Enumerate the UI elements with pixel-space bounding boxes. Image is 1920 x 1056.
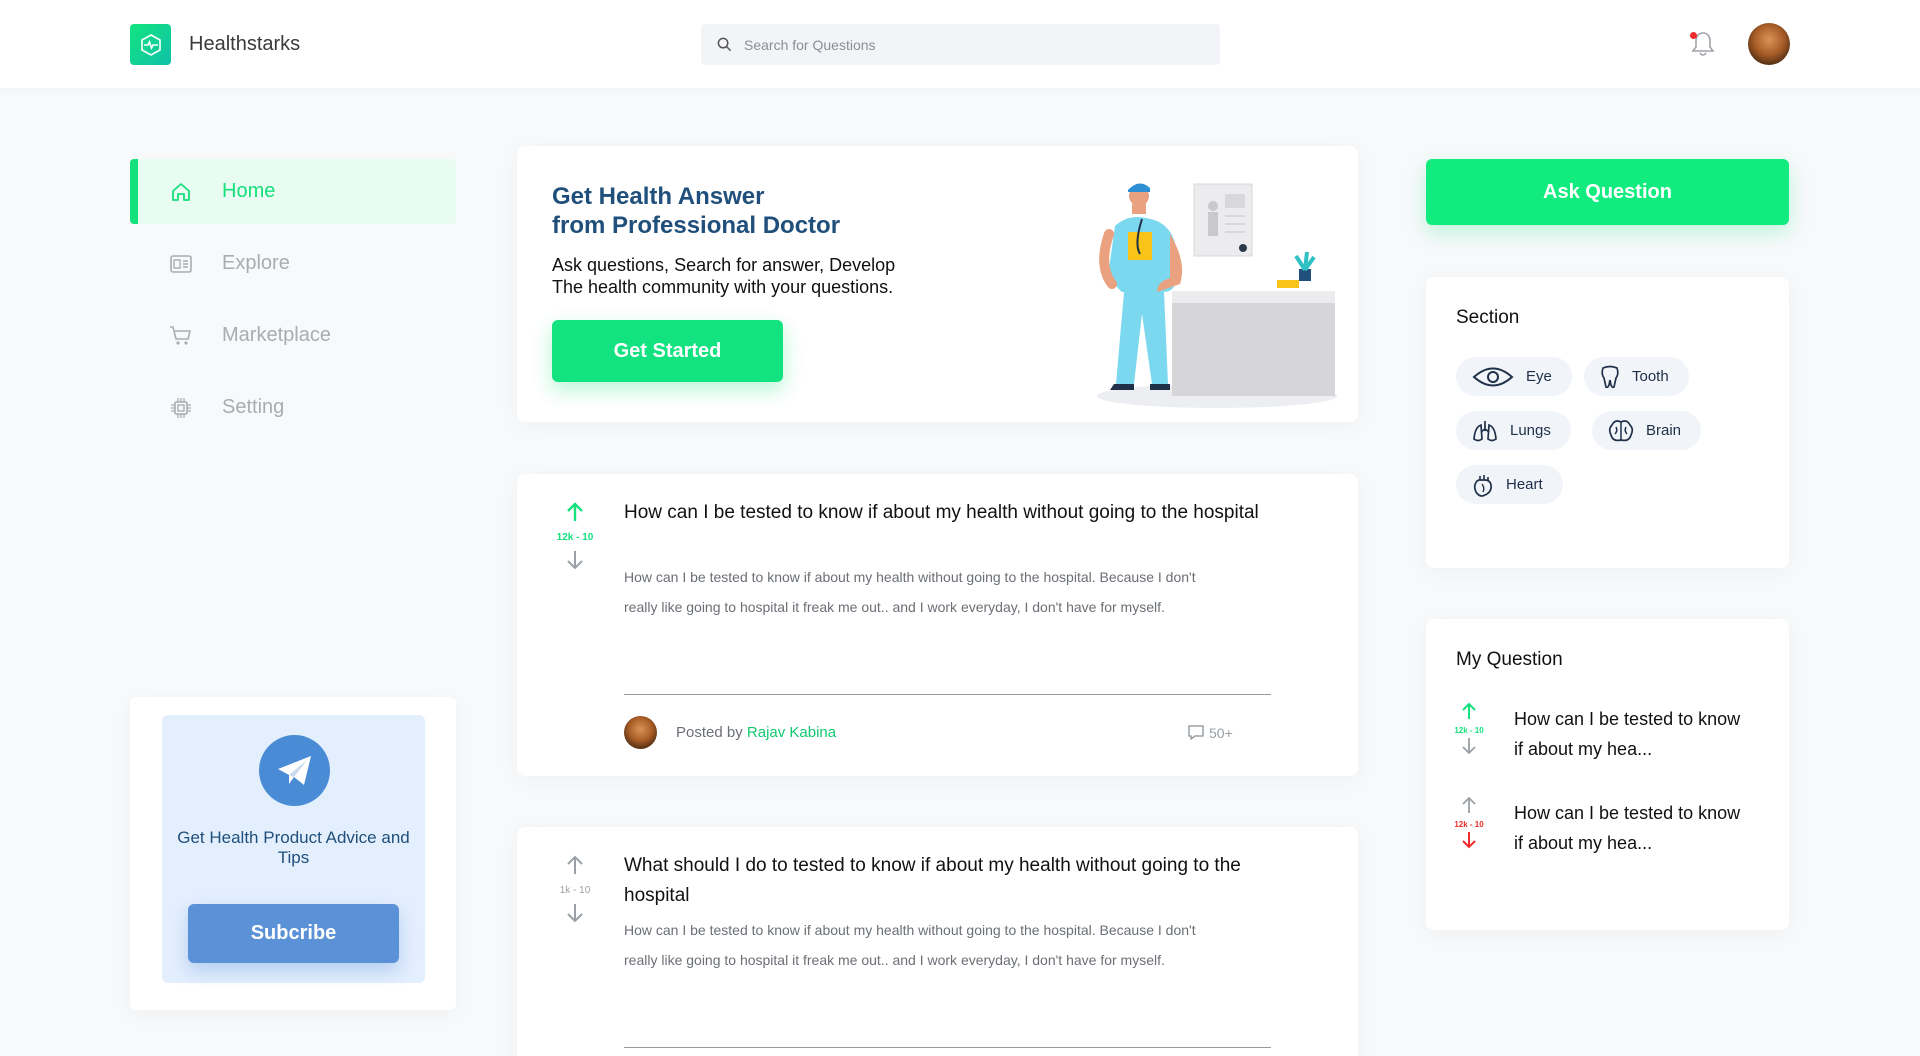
author-avatar[interactable] [624,716,657,749]
vote-count: 12k - 10 [1454,820,1484,829]
posted-by-label: Posted by [676,724,743,741]
comment-count[interactable]: 50+ [1187,724,1233,741]
divider [624,1047,1271,1048]
sidebar-item-label: Marketplace [222,324,331,346]
tooth-icon [1601,365,1619,388]
search-input[interactable] [744,36,1184,53]
vote-control: 12k - 10 [1446,702,1492,760]
comment-count-value: 50+ [1209,724,1233,741]
my-question-panel: My Question 12k - 10 How can I be tested… [1426,619,1789,930]
tag-tooth[interactable]: Tooth [1584,357,1689,396]
sidebar-item-marketplace[interactable]: Marketplace [130,303,456,368]
my-question-text[interactable]: How can I be tested to know if about my … [1514,704,1744,764]
tag-brain[interactable]: Brain [1592,411,1702,450]
tag-label: Eye [1526,368,1552,385]
upvote-icon[interactable] [565,854,585,876]
question-title[interactable]: How can I be tested to know if about my … [624,498,1264,528]
explore-icon [168,251,194,277]
hero-card: Get Health Answer from Professional Doct… [517,146,1358,422]
tag-heart[interactable]: Heart [1456,465,1563,504]
section-title: Section [1456,307,1520,328]
tag-label: Tooth [1632,368,1669,385]
notification-dot [1690,32,1697,39]
telegram-icon [259,735,330,806]
ask-question-button[interactable]: Ask Question [1426,159,1789,225]
divider [624,694,1271,695]
hero-subtitle: Ask questions, Search for answer, Develo… [552,255,896,297]
hero-title: Get Health Answer from Professional Doct… [552,183,841,239]
comment-icon [1188,725,1204,740]
my-question-item[interactable]: 12k - 10 How can I be tested to know if … [1446,702,1766,772]
doctor-illustration [1097,183,1337,408]
upvote-icon[interactable] [1461,796,1477,814]
my-question-item[interactable]: 12k - 10 How can I be tested to know if … [1446,796,1766,866]
tag-label: Heart [1506,476,1543,493]
brand-name[interactable]: Healthstarks [189,33,300,56]
sidebar-item-label: Home [222,180,276,202]
promo-text: Get Health Product Advice and Tips [177,828,410,867]
question-body: How can I be tested to know if about my … [624,922,1196,968]
question-title[interactable]: What should I do to tested to know if ab… [624,851,1264,911]
get-started-button[interactable]: Get Started [552,320,783,382]
author-link[interactable]: Rajav Kabina [747,724,836,741]
question-card[interactable]: 12k - 10 How can I be tested to know if … [517,474,1358,776]
promo-card: Get Health Product Advice and Tips Subcr… [130,697,456,1010]
vote-count: 12k - 10 [556,532,594,543]
chip-icon [168,395,194,421]
home-icon [168,179,194,205]
upvote-icon[interactable] [565,501,585,523]
search-bar[interactable] [701,24,1220,65]
upvote-icon[interactable] [1461,702,1477,720]
tag-lungs[interactable]: Lungs [1456,411,1571,450]
heart-icon [1473,474,1492,497]
sidebar-item-label: Explore [222,252,290,274]
sidebar-item-explore[interactable]: Explore [130,231,456,296]
subscribe-button[interactable]: Subcribe [188,904,399,963]
cart-icon [168,323,194,349]
my-question-title: My Question [1456,649,1563,670]
sidebar-item-label: Setting [222,396,285,418]
lungs-icon [1473,420,1497,441]
vote-count: 1k - 10 [559,885,591,896]
logo-icon[interactable] [130,24,171,65]
tag-eye[interactable]: Eye [1456,357,1572,396]
top-bar: Healthstarks [0,0,1920,88]
downvote-icon[interactable] [1461,737,1477,755]
vote-count: 12k - 10 [1454,726,1484,735]
downvote-icon[interactable] [1461,831,1477,849]
vote-control: 12k - 10 [1446,796,1492,854]
question-card[interactable]: 1k - 10 What should I do to tested to kn… [517,827,1358,1056]
question-body: How can I be tested to know if about my … [624,569,1196,615]
downvote-icon[interactable] [565,549,585,571]
tag-label: Brain [1646,422,1682,439]
sidebar-item-setting[interactable]: Setting [130,375,456,440]
eye-icon [1472,367,1514,386]
vote-control: 1k - 10 [547,854,603,929]
promo-panel: Get Health Product Advice and Tips Subcr… [162,715,425,983]
my-question-text[interactable]: How can I be tested to know if about my … [1514,798,1744,858]
vote-control: 12k - 10 [547,501,603,576]
section-panel: Section Eye Tooth Lungs Brain Heart [1426,277,1789,568]
avatar[interactable] [1748,23,1790,65]
posted-by: Posted by Rajav Kabina [676,724,836,741]
downvote-icon[interactable] [565,902,585,924]
sidebar-nav: Home Explore Marketplace Setting [130,159,456,447]
search-icon [717,37,732,52]
brain-icon [1608,419,1634,441]
sidebar-item-home[interactable]: Home [130,159,456,224]
tag-label: Lungs [1510,422,1551,439]
